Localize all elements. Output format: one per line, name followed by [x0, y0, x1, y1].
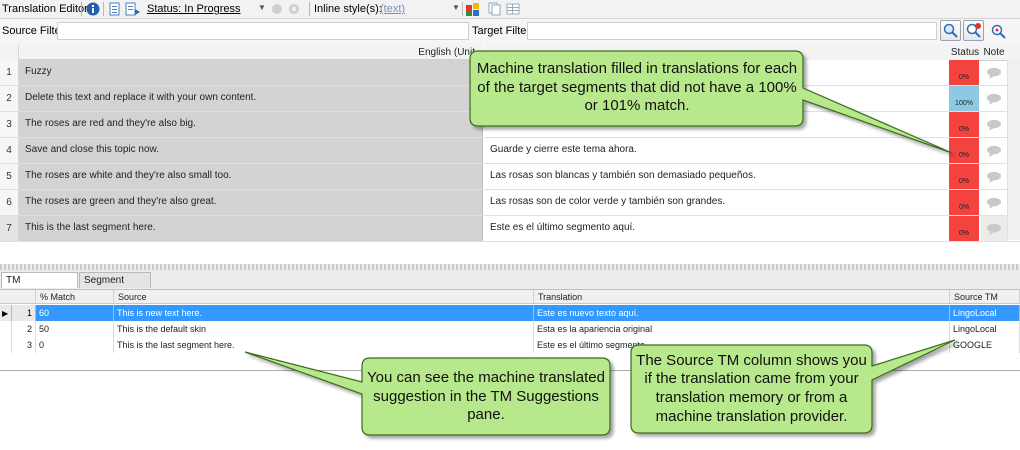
tm-suggestions-callout-text: You can see the machine translated sugge… [367, 368, 605, 424]
source-tm-callout-text: The Source TM column shows you if the tr… [636, 351, 867, 425]
machine-translation-callout-text: Machine translation filled in translatio… [476, 59, 798, 115]
